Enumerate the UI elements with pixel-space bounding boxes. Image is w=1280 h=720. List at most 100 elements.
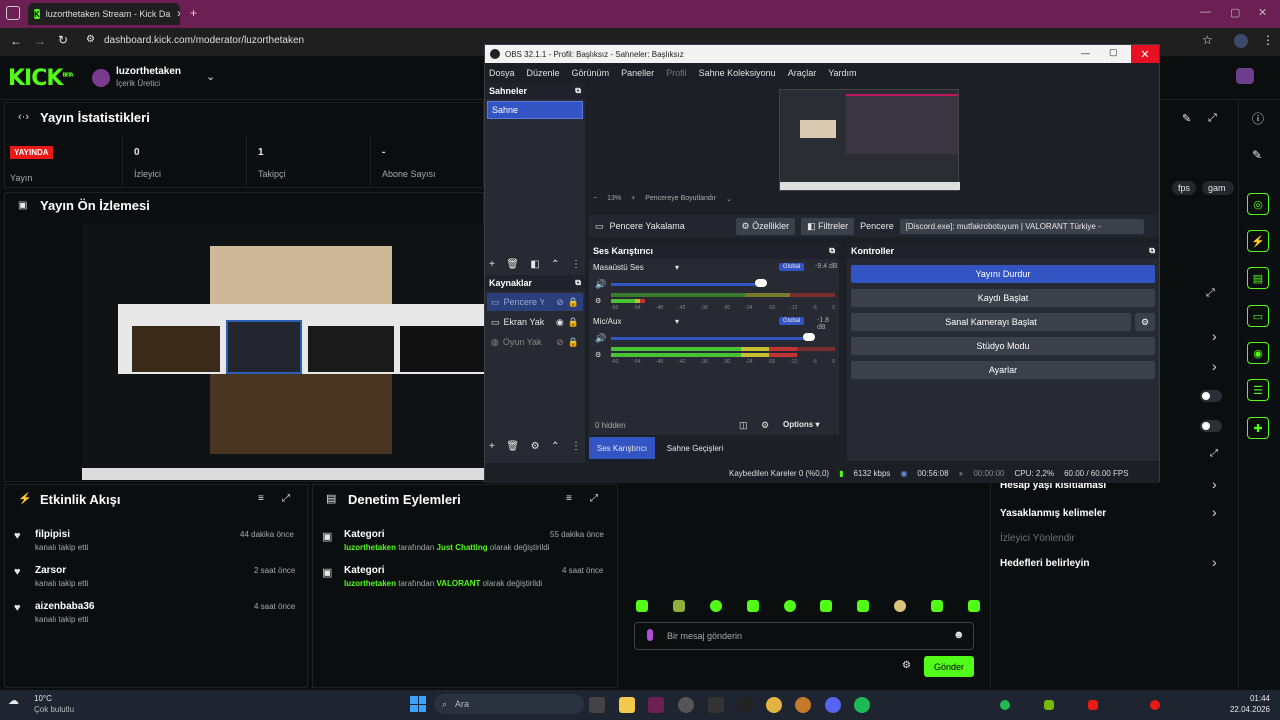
emote-icon[interactable] [672, 600, 685, 612]
scene-item-selected[interactable]: Sahne [487, 101, 583, 119]
hidden-eye-icon[interactable]: ⊘ [556, 297, 564, 308]
bookmark-star-icon[interactable]: ☆ [1202, 33, 1213, 47]
follower-name[interactable]: aizenbaba36 [35, 601, 94, 612]
options-button[interactable]: Options ▾ [783, 420, 819, 429]
studio-mode-button[interactable]: Stüdyo Modu [851, 337, 1155, 355]
toggle-switch[interactable] [1200, 420, 1222, 432]
more-icon[interactable]: ⋮ [571, 441, 581, 452]
speaker-icon[interactable]: 🔊 [595, 279, 606, 290]
emoji-icon[interactable]: ☻ [953, 629, 965, 641]
emote-icon[interactable] [820, 600, 833, 612]
menu-view[interactable]: Görünüm [572, 68, 610, 78]
menu-profile[interactable]: Profil [666, 68, 687, 78]
track-menu-chevron-icon[interactable]: ▾ [675, 263, 679, 272]
window-select[interactable]: [Discord.exe]: mutfakrobotuyum | VALORAN… [899, 218, 1144, 234]
popout-icon[interactable]: ⤢ [590, 493, 598, 504]
stream-preview-video[interactable] [82, 224, 484, 480]
rail-target-icon[interactable]: ◎ [1247, 193, 1269, 215]
mod-category[interactable]: VALORANT [437, 579, 481, 588]
hidden-eye-icon[interactable]: ⊘ [556, 337, 564, 348]
emote-icon[interactable] [857, 600, 870, 612]
follower-name[interactable]: filpipisi [35, 529, 70, 540]
gear-icon[interactable]: ⚙ [531, 441, 540, 452]
setting-goals[interactable]: Hedefleri belirleyin [1000, 558, 1089, 569]
rail-chat-icon[interactable]: ▭ [1247, 305, 1269, 327]
chat-input-box[interactable]: Bir mesaj gönderin ☻ [634, 622, 974, 650]
chevron-right-icon[interactable]: › [1212, 358, 1217, 374]
obs-taskbar-icon[interactable] [737, 697, 753, 713]
advanced-audio-icon[interactable]: ⚙ [761, 420, 769, 431]
close-tab-icon[interactable]: ✕ [176, 9, 180, 20]
obs-canvas-preview[interactable] [779, 89, 960, 191]
microphone-icon[interactable] [647, 629, 653, 641]
up-icon[interactable]: ⌃ [551, 441, 559, 452]
close-window-icon[interactable]: ✕ [1258, 6, 1267, 19]
menu-edit[interactable]: Düzenle [527, 68, 560, 78]
start-recording-button[interactable]: Kaydı Başlat [851, 289, 1155, 307]
settings-button[interactable]: Ayarlar [851, 361, 1155, 379]
window-thumb[interactable] [308, 326, 394, 372]
rail-wrench-icon[interactable]: ✚ [1247, 417, 1269, 439]
volume-slider[interactable] [611, 283, 761, 286]
volume-handle[interactable] [755, 279, 767, 287]
menu-scene-collection[interactable]: Sahne Koleksiyonu [699, 68, 776, 78]
chevron-right-icon[interactable]: › [1212, 328, 1217, 344]
discord-icon[interactable] [825, 697, 841, 713]
fit-to-window[interactable]: Pencereye Boyutlandır [645, 195, 716, 203]
track-menu-chevron-icon[interactable]: ▾ [675, 317, 679, 326]
filter-icon[interactable]: ≡ [566, 493, 572, 504]
window-thumb[interactable] [132, 326, 220, 372]
zoom-in-icon[interactable]: + [631, 195, 635, 203]
window-thumb[interactable] [400, 326, 484, 372]
lock-icon[interactable]: 🔒 [568, 337, 579, 348]
app-icon[interactable] [648, 697, 664, 713]
minimize-icon[interactable]: — [1200, 6, 1211, 18]
layout-icon[interactable]: ◫ [739, 420, 748, 431]
rail-list-icon[interactable]: ☰ [1247, 379, 1269, 401]
chat-settings-gear-icon[interactable]: ⚙ [902, 660, 911, 671]
info-icon[interactable]: ⓘ [1252, 110, 1264, 127]
emote-icon[interactable] [931, 600, 943, 612]
pen-icon[interactable]: ✎ [1252, 148, 1262, 162]
mod-user[interactable]: luzorthetaken [344, 579, 396, 588]
window-thumb-selected[interactable] [226, 320, 302, 374]
lock-icon[interactable]: 🔒 [568, 317, 579, 328]
add-icon[interactable]: + [489, 259, 495, 270]
follower-name[interactable]: Zarsor [35, 565, 66, 576]
obs-maximize-icon[interactable]: ▢ [1109, 47, 1118, 58]
tray-nvidia-icon[interactable] [1044, 700, 1054, 710]
send-button[interactable]: Gönder [924, 656, 974, 677]
channel-switch-chevron-icon[interactable]: ⌄ [206, 70, 215, 83]
menu-file[interactable]: Dosya [489, 68, 515, 78]
add-icon[interactable]: + [489, 441, 495, 452]
filter-icon[interactable]: ≡ [258, 493, 264, 504]
new-tab-icon[interactable]: + [190, 6, 197, 20]
app-icon[interactable] [795, 697, 811, 713]
speaker-icon[interactable]: 🔊 [595, 333, 606, 344]
dock-float-icon[interactable]: ⧉ [1149, 246, 1155, 256]
emote-icon[interactable] [746, 600, 759, 612]
popout-icon[interactable]: ⤢ [282, 493, 290, 504]
url-field[interactable]: dashboard.kick.com/moderator/luzorthetak… [104, 35, 304, 46]
trash-icon[interactable]: 🗑 [506, 441, 519, 452]
dock-float-icon[interactable]: ⧉ [829, 246, 835, 256]
source-item[interactable]: ▭ Pencere Y ⊘ 🔒 [487, 293, 583, 311]
rail-broadcast-icon[interactable]: ◉ [1247, 342, 1269, 364]
back-icon[interactable]: ← [10, 34, 22, 48]
lock-icon[interactable]: 🔒 [568, 297, 579, 308]
mod-category[interactable]: Just Chatting [437, 543, 488, 552]
rail-bolt-icon[interactable]: ⚡ [1247, 230, 1269, 252]
dock-float-icon[interactable]: ⧉ [575, 86, 581, 96]
settings-app-icon[interactable] [678, 697, 694, 713]
source-item[interactable]: ▭ Ekran Yak ◉ 🔒 [487, 313, 583, 331]
chevron-right-icon[interactable]: › [1212, 476, 1217, 492]
emote-icon[interactable] [894, 600, 907, 612]
profile-avatar-icon[interactable] [1234, 34, 1248, 48]
fit-chevron-icon[interactable]: ⌄ [726, 195, 732, 203]
setting-banned-words[interactable]: Yasaklanmış kelimeler [1000, 508, 1106, 519]
settings-icon[interactable]: ⚙ [595, 351, 601, 359]
kick-logo[interactable]: KICKBETA [8, 66, 74, 91]
app-icon[interactable] [708, 697, 724, 713]
more-icon[interactable]: ⋮ [571, 259, 581, 270]
tag-chip[interactable]: fps [1172, 181, 1197, 195]
